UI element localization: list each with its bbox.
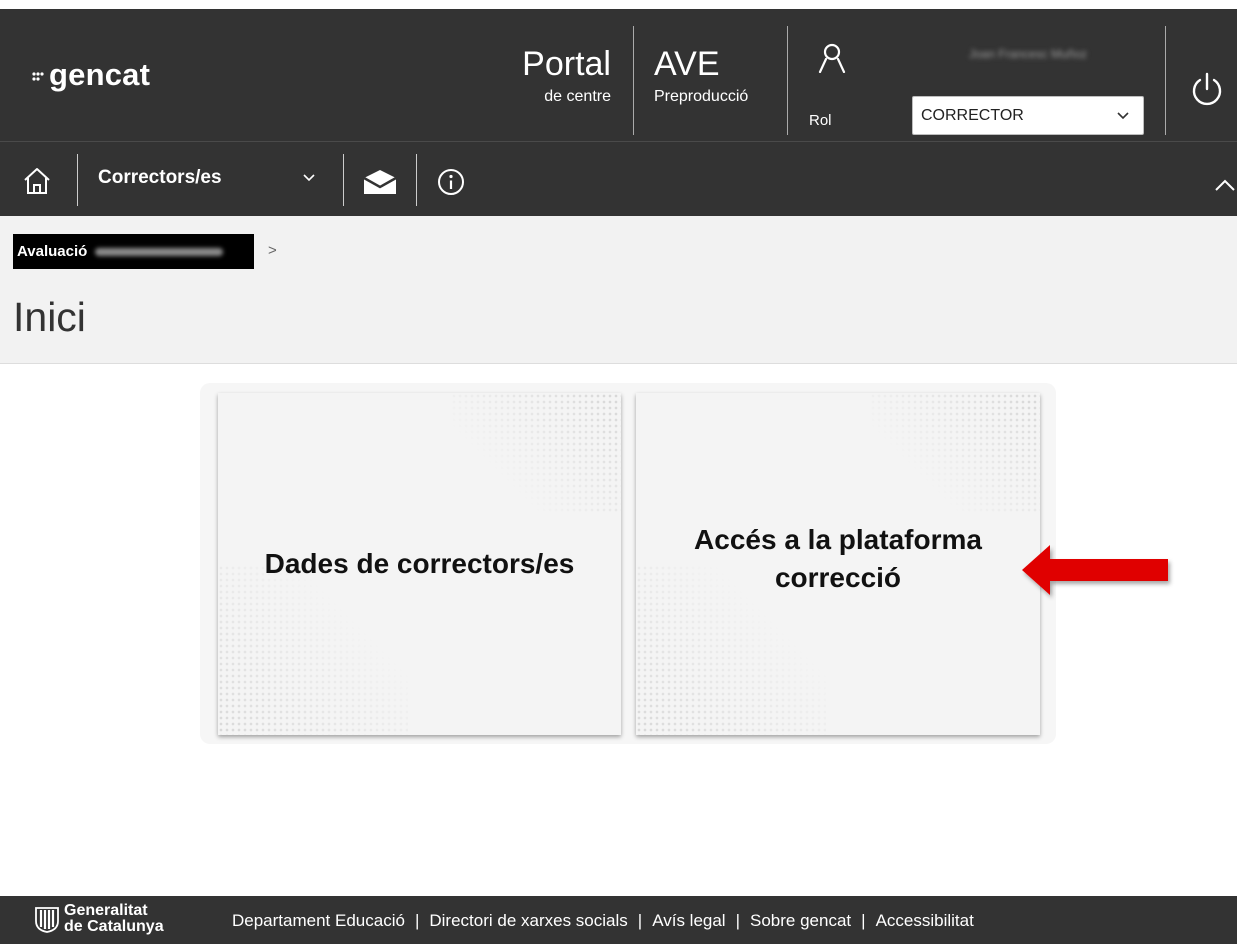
- portal-title: Portal: [522, 45, 611, 83]
- app-title: AVE: [654, 45, 720, 83]
- rol-label: Rol: [809, 112, 832, 129]
- card-label: Accés a la plataforma correcció: [694, 524, 982, 593]
- redacted-text: [95, 248, 224, 257]
- footer-separator: |: [414, 911, 420, 930]
- nav-menu-correctors[interactable]: Correctors/es: [98, 167, 222, 189]
- nav-divider: [416, 154, 417, 206]
- header-divider: [787, 26, 788, 135]
- page-header: Avaluació > Inici: [0, 216, 1237, 364]
- mail-icon[interactable]: [362, 169, 398, 195]
- generalitat-line2: de Catalunya: [64, 918, 164, 935]
- card-label: Dades de correctors/es: [264, 548, 575, 579]
- header-divider: [1165, 26, 1166, 135]
- main-navbar: Correctors/es: [0, 141, 1237, 216]
- header-divider: [633, 26, 634, 135]
- app-subtitle: Preproducció: [654, 88, 749, 105]
- role-select-value: CORRECTOR: [921, 107, 1024, 124]
- page-title: Inici: [13, 294, 86, 340]
- breadcrumb-label: Avaluació: [17, 243, 88, 260]
- footer-link-accessibilitat[interactable]: Accessibilitat: [876, 911, 974, 930]
- gencat-dots-icon: [32, 72, 44, 81]
- username: Joan Francesc Muñoz: [968, 47, 1088, 61]
- gencat-logo[interactable]: gencat: [32, 57, 150, 93]
- generalitat-name: Generalitat de Catalunya: [64, 903, 164, 935]
- card-acces-plataforma[interactable]: Accés a la plataforma correcció: [636, 393, 1040, 735]
- footer-separator: |: [637, 911, 643, 930]
- home-icon[interactable]: [22, 166, 52, 196]
- top-header: gencat Portal de centre AVE Preproducció…: [0, 9, 1237, 141]
- footer-link-departament[interactable]: Departament Educació: [232, 911, 405, 930]
- chevron-down-icon: [1117, 112, 1129, 120]
- red-arrow-annotation: [1022, 545, 1168, 595]
- power-icon[interactable]: [1189, 71, 1225, 109]
- breadcrumb-separator: >: [268, 242, 277, 259]
- nav-divider: [77, 154, 78, 206]
- portal-title-block: Portal de centre: [505, 46, 611, 106]
- role-select[interactable]: CORRECTOR: [912, 96, 1144, 135]
- footer-link-sobre-gencat[interactable]: Sobre gencat: [750, 911, 851, 930]
- info-icon[interactable]: [437, 168, 465, 196]
- footer-separator: |: [861, 911, 866, 930]
- chevron-down-icon[interactable]: [302, 172, 316, 184]
- generalitat-line1: Generalitat: [64, 902, 148, 919]
- generalitat-logo-icon[interactable]: [34, 905, 60, 933]
- app-title-block: AVE Preproducció: [654, 46, 748, 106]
- footer-separator: |: [735, 911, 741, 930]
- footer-links: Departament Educació | Directori de xarxes…: [232, 911, 974, 931]
- breadcrumb-item[interactable]: Avaluació: [13, 234, 254, 269]
- nav-divider: [343, 154, 344, 206]
- footer-link-directori[interactable]: Directori de xarxes socials: [429, 911, 627, 930]
- card-dades-correctors[interactable]: Dades de correctors/es: [218, 393, 621, 735]
- user-icon: [818, 43, 846, 73]
- footer: Generalitat de Catalunya Departament Edu…: [0, 896, 1237, 944]
- logo-text: gencat: [49, 57, 151, 92]
- footer-link-avis-legal[interactable]: Avís legal: [652, 911, 725, 930]
- chevron-up-icon[interactable]: [1214, 178, 1236, 192]
- portal-subtitle: de centre: [544, 88, 611, 105]
